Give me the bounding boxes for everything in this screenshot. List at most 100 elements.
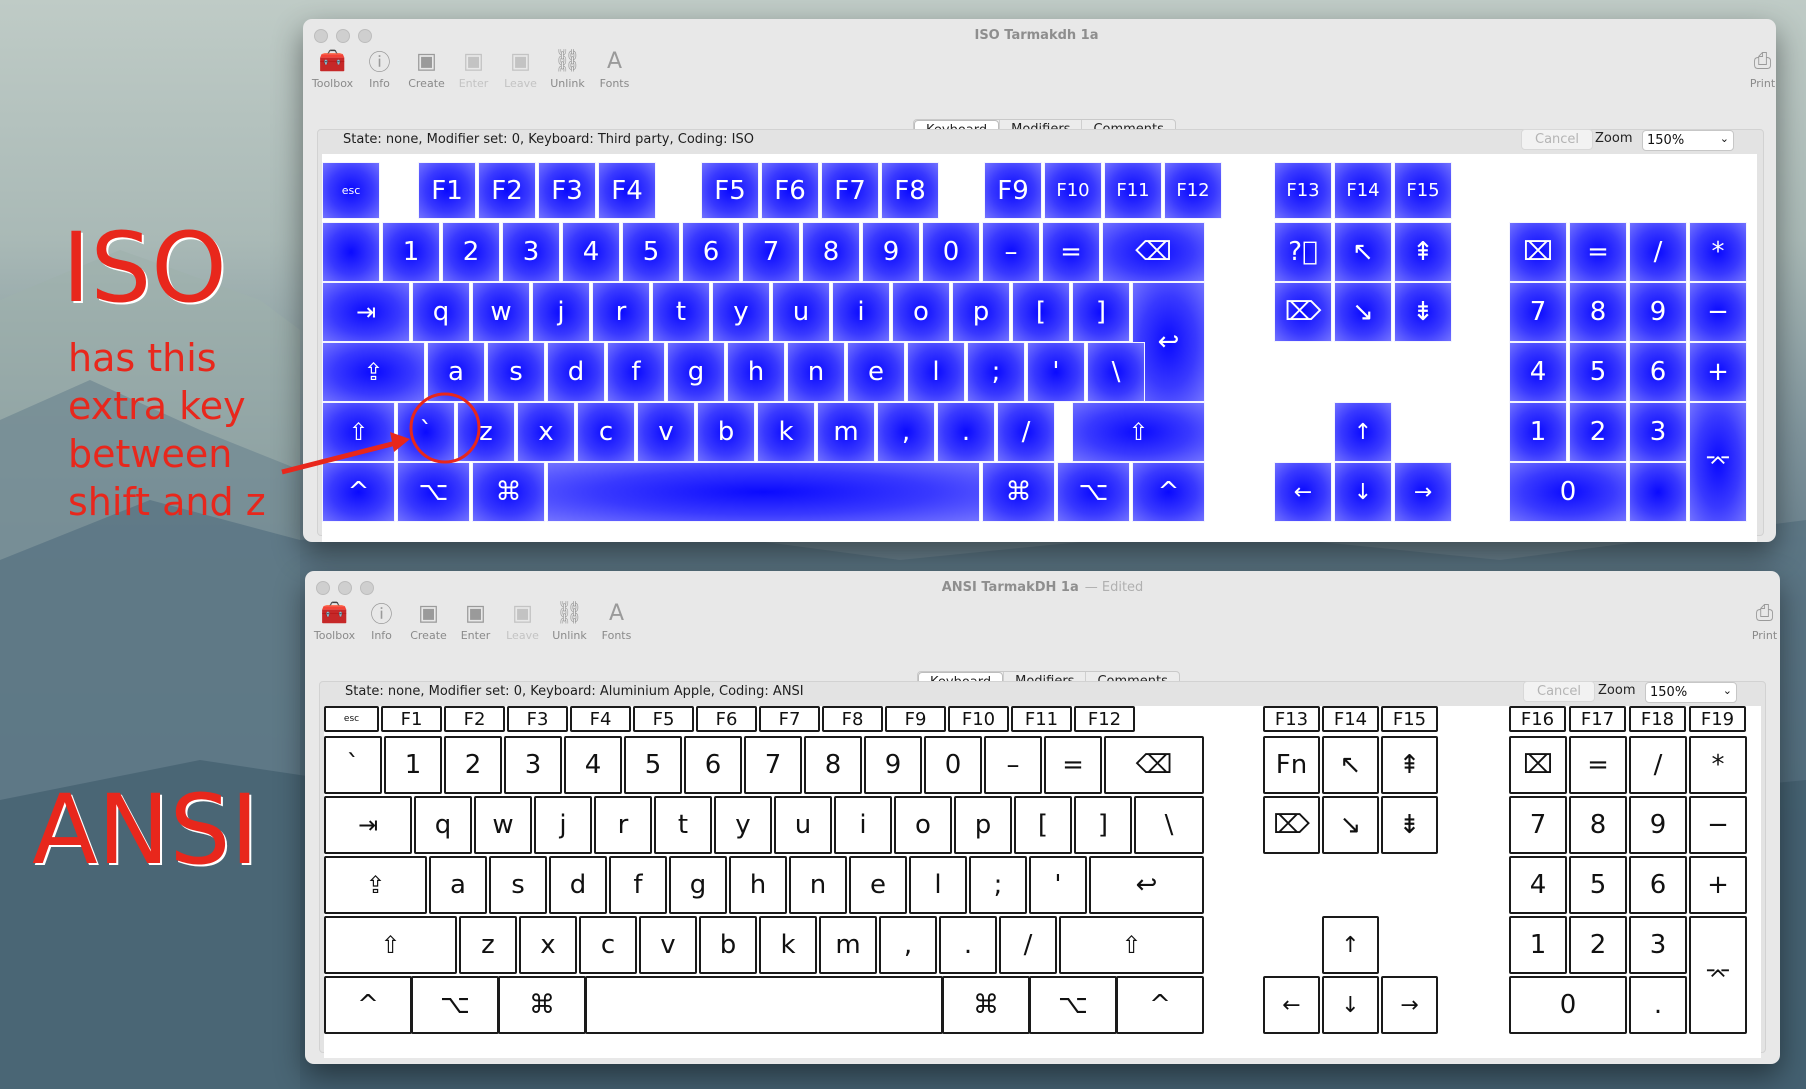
key-6[interactable]: b: [697, 402, 755, 462]
cancel-button[interactable]: Cancel: [1523, 681, 1596, 702]
key-delete[interactable]: ⌫: [1104, 736, 1204, 794]
toolbar-enter-button[interactable]: ▣ Enter: [450, 45, 497, 91]
key-f10[interactable]: F10: [1044, 162, 1102, 219]
key-9[interactable]: .: [939, 916, 997, 974]
toolbar-create-button[interactable]: ▣ Create: [405, 597, 452, 643]
key-esc[interactable]: esc: [322, 162, 380, 219]
key-10[interactable]: .: [937, 402, 995, 462]
keypad-key[interactable]: 8: [1569, 282, 1627, 342]
key-page-up[interactable]: ⇞: [1381, 736, 1438, 794]
key-backslash[interactable]: \: [1134, 796, 1204, 854]
key-2[interactable]: s: [489, 856, 547, 914]
key-11[interactable]: ': [1029, 856, 1087, 914]
key-11[interactable]: –: [984, 736, 1042, 794]
key-left-arrow[interactable]: ←: [1274, 462, 1332, 522]
key-f4[interactable]: F4: [570, 706, 631, 732]
keypad-decimal[interactable]: [1629, 462, 1687, 522]
key-[[interactable]: [: [1012, 282, 1070, 342]
key-t[interactable]: t: [654, 796, 712, 854]
key-f17[interactable]: F17: [1569, 706, 1626, 732]
key-f6[interactable]: F6: [696, 706, 757, 732]
key-down-arrow[interactable]: ↓: [1322, 976, 1379, 1034]
keypad-key[interactable]: /: [1629, 736, 1687, 794]
key-4[interactable]: 4: [562, 222, 620, 282]
key-4[interactable]: f: [609, 856, 667, 914]
key-f13[interactable]: F13: [1274, 162, 1332, 219]
key-delete[interactable]: ⌫: [1102, 222, 1205, 282]
keypad-key[interactable]: ⌧: [1509, 736, 1567, 794]
keypad-key[interactable]: 9: [1629, 796, 1687, 854]
keypad-key[interactable]: +: [1689, 856, 1747, 914]
key-tab[interactable]: ⇥: [322, 282, 410, 342]
key-f2[interactable]: F2: [444, 706, 505, 732]
key-0[interactable]: `: [324, 736, 382, 794]
key-u[interactable]: u: [772, 282, 830, 342]
key-1[interactable]: 1: [384, 736, 442, 794]
key-6[interactable]: k: [759, 916, 817, 974]
key-space[interactable]: [585, 976, 943, 1034]
key-f14[interactable]: F14: [1334, 162, 1392, 219]
key-q[interactable]: q: [412, 282, 470, 342]
key-7[interactable]: k: [757, 402, 815, 462]
key-4[interactable]: 4: [564, 736, 622, 794]
key-8[interactable]: m: [817, 402, 875, 462]
key-[[interactable]: [: [1014, 796, 1072, 854]
key-9[interactable]: l: [907, 342, 965, 402]
key-right-shift[interactable]: ⇧: [1059, 916, 1204, 974]
toolbar-leave-button[interactable]: ▣ Leave: [497, 45, 544, 91]
keypad-key[interactable]: 7: [1509, 796, 1567, 854]
keypad-key[interactable]: −: [1689, 796, 1747, 854]
key-8[interactable]: 8: [804, 736, 862, 794]
key-8[interactable]: ,: [879, 916, 937, 974]
key-f12[interactable]: F12: [1164, 162, 1222, 219]
key-u[interactable]: u: [774, 796, 832, 854]
toolbar-fonts-button[interactable]: A Fonts: [591, 45, 638, 91]
key-page-down[interactable]: ⇟: [1381, 796, 1438, 854]
key-r[interactable]: r: [592, 282, 650, 342]
keypad-key[interactable]: =: [1569, 222, 1627, 282]
key-tab[interactable]: ⇥: [324, 796, 412, 854]
keypad-key[interactable]: *: [1689, 222, 1747, 282]
key-f2[interactable]: F2: [478, 162, 536, 219]
toolbar-unlink-button[interactable]: ⛓ Unlink: [544, 45, 591, 91]
toolbar-create-button[interactable]: ▣ Create: [403, 45, 450, 91]
key-t[interactable]: t: [652, 282, 710, 342]
key-control-right[interactable]: ^: [1116, 976, 1204, 1034]
key-11[interactable]: –: [982, 222, 1040, 282]
key-f3[interactable]: F3: [538, 162, 596, 219]
key-2[interactable]: 2: [442, 222, 500, 282]
key-f1[interactable]: F1: [381, 706, 442, 732]
key-5[interactable]: g: [667, 342, 725, 402]
key[interactable]: [322, 222, 380, 282]
key-up-arrow[interactable]: ↑: [1334, 402, 1392, 462]
key-7[interactable]: n: [787, 342, 845, 402]
key-7[interactable]: 7: [742, 222, 800, 282]
toolbar-enter-button[interactable]: ▣ Enter: [452, 597, 499, 643]
keypad-key[interactable]: 3: [1629, 402, 1687, 462]
key-option-right[interactable]: ⌥: [1029, 976, 1117, 1034]
toolbar-leave-button[interactable]: ▣ Leave: [499, 597, 546, 643]
print-button[interactable]: ⎙ Print: [1741, 597, 1780, 643]
key-f7[interactable]: F7: [759, 706, 820, 732]
key-3[interactable]: 3: [502, 222, 560, 282]
key-command-right[interactable]: ⌘: [942, 976, 1030, 1034]
key-12[interactable]: \: [1087, 342, 1145, 402]
keypad-key[interactable]: 8: [1569, 796, 1627, 854]
key-o[interactable]: o: [894, 796, 952, 854]
key-f9[interactable]: F9: [984, 162, 1042, 219]
key-f16[interactable]: F16: [1509, 706, 1566, 732]
keypad-key[interactable]: /: [1629, 222, 1687, 282]
key-p[interactable]: p: [952, 282, 1010, 342]
keypad-key[interactable]: =: [1569, 736, 1627, 794]
zoom-select[interactable]: 150% ⌄: [1645, 682, 1737, 703]
keypad-key[interactable]: 3: [1629, 916, 1687, 974]
key-right-arrow[interactable]: →: [1381, 976, 1438, 1034]
zoom-select[interactable]: 150% ⌄: [1642, 130, 1734, 151]
key-f5[interactable]: F5: [633, 706, 694, 732]
keypad-key[interactable]: 6: [1629, 342, 1687, 402]
key-p[interactable]: p: [954, 796, 1012, 854]
toolbar-info-button[interactable]: ⓘ Info: [358, 597, 405, 642]
key-3[interactable]: x: [517, 402, 575, 462]
key-w[interactable]: w: [472, 282, 530, 342]
key-2[interactable]: x: [519, 916, 577, 974]
